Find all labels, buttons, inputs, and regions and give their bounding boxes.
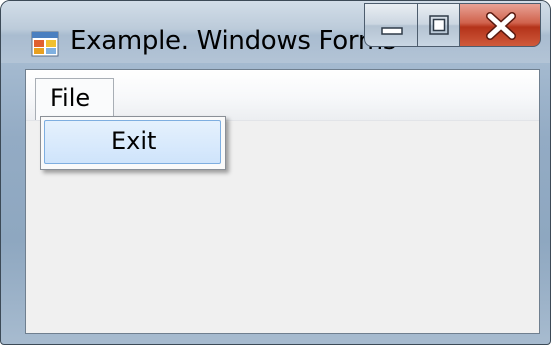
maximize-icon: [429, 15, 449, 35]
caption-buttons: [364, 1, 541, 49]
client-area: File Exit: [25, 69, 540, 334]
menu-item-exit[interactable]: Exit: [44, 120, 221, 164]
app-window: Example. Windows Forms File Exit: [0, 0, 551, 345]
minimize-button[interactable]: [364, 3, 418, 47]
close-button[interactable]: [459, 3, 541, 47]
menu-item-file[interactable]: File: [35, 78, 114, 120]
menu-bar: File: [26, 70, 539, 121]
file-dropdown-menu: Exit: [40, 116, 226, 170]
window-title: Example. Windows Forms: [70, 26, 397, 56]
close-icon: [486, 12, 516, 40]
app-icon: [31, 31, 59, 57]
title-bar[interactable]: Example. Windows Forms: [1, 1, 550, 63]
maximize-button[interactable]: [417, 3, 460, 47]
minimize-icon: [381, 27, 403, 35]
